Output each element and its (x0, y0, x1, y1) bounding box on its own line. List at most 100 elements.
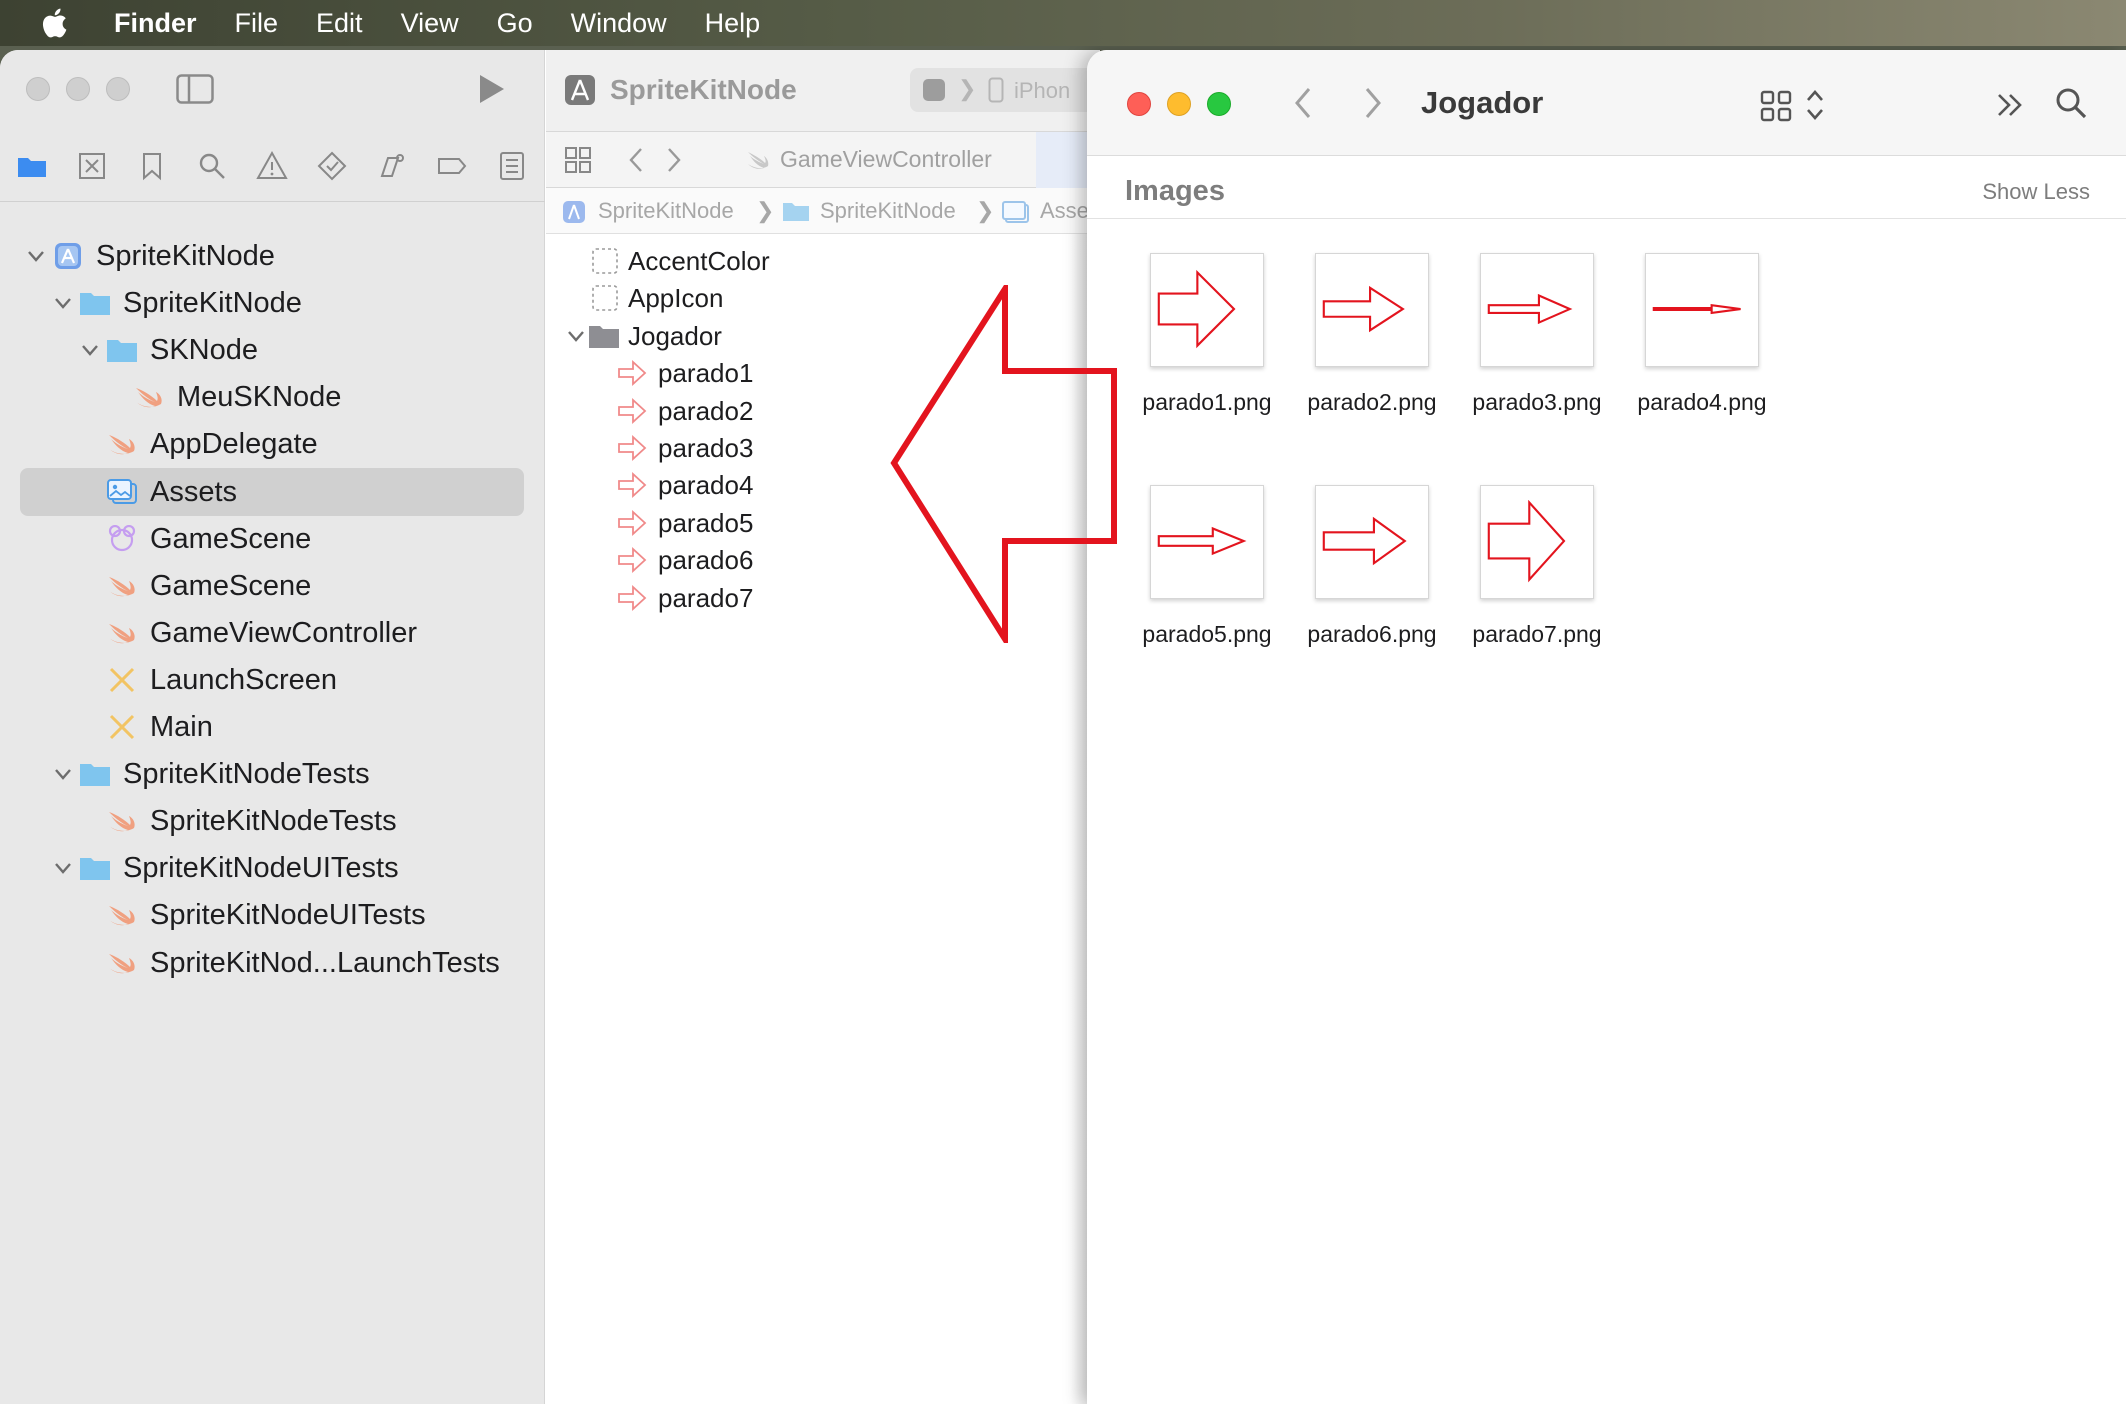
navigator-item[interactable]: SpriteKitNode (0, 279, 545, 327)
menu-file[interactable]: File (235, 8, 279, 39)
more-chevron-icon[interactable] (1995, 90, 2025, 120)
tab-gameviewcontroller[interactable]: GameViewController (780, 146, 992, 173)
tab-bar: GameViewController (546, 132, 1100, 188)
source-control-navigator-icon[interactable] (76, 150, 108, 182)
search-icon[interactable] (2054, 86, 2088, 120)
file-item[interactable]: parado6.png (1282, 485, 1462, 685)
folder-icon (107, 340, 137, 363)
color-set-icon (592, 248, 618, 274)
navigator-item[interactable]: SKNode (0, 326, 545, 374)
folder-navigator-icon[interactable] (16, 150, 48, 182)
chevron-down-icon[interactable] (53, 764, 73, 784)
file-name: parado4.png (1637, 389, 1767, 415)
asset-item-label: parado3 (658, 433, 754, 463)
file-thumbnail (1645, 253, 1759, 367)
project-title[interactable]: SpriteKitNode (610, 74, 797, 106)
file-item[interactable]: parado7.png (1447, 485, 1627, 685)
file-thumbnail (1315, 485, 1429, 599)
navigator-item[interactable]: SpriteKitNodeUITests (0, 844, 545, 892)
chevron-down-icon[interactable] (566, 326, 586, 346)
navigator-item[interactable]: LaunchScreen (0, 656, 545, 704)
asset-item-label: AccentColor (628, 246, 770, 276)
jump-bar-assets[interactable]: Asse (1040, 198, 1089, 224)
jump-bar-folder[interactable]: SpriteKitNode (820, 198, 956, 224)
navigator-item[interactable]: GameScene (0, 562, 545, 610)
navigator-item[interactable]: AppDelegate (0, 420, 545, 468)
file-thumbnail (1480, 485, 1594, 599)
jump-bar-project[interactable]: SpriteKitNode (598, 198, 734, 224)
navigator-item-label: MeuSKNode (177, 381, 342, 414)
forward-icon[interactable] (1362, 86, 1384, 120)
chevron-updown-icon[interactable] (1805, 88, 1825, 122)
grid-icon[interactable] (564, 146, 592, 174)
navigator-item-label: SpriteKitNode (123, 287, 302, 320)
appicon-set-icon (592, 285, 618, 312)
navigator-item[interactable]: SpriteKitNode (0, 232, 545, 280)
chevron-down-icon[interactable] (26, 246, 46, 266)
swift-icon (136, 388, 162, 408)
navigator-item[interactable]: GameViewController (0, 609, 545, 657)
scheme-selector[interactable]: ❯ iPhon (910, 68, 1100, 112)
menu-view[interactable]: View (401, 8, 459, 39)
red-arrow-icon (1652, 303, 1741, 315)
icon-view-icon[interactable] (1760, 90, 1792, 122)
chevron-down-icon[interactable] (53, 858, 73, 878)
show-less-button[interactable]: Show Less (1982, 179, 2090, 205)
run-icon[interactable] (478, 74, 506, 104)
red-arrow-icon (1487, 500, 1566, 583)
close-button[interactable] (26, 77, 50, 101)
arrow-image-icon (618, 472, 647, 499)
destination-device: iPhon (1014, 78, 1071, 103)
zoom-button[interactable] (106, 77, 130, 101)
menu-window[interactable]: Window (571, 8, 667, 39)
menu-help[interactable]: Help (705, 8, 761, 39)
forward-icon[interactable] (664, 146, 684, 174)
asset-item[interactable]: AccentColor (546, 242, 1100, 280)
project-navigator: SpriteKitNode SpriteKitNode SKNode MeuSKNod… (0, 50, 545, 1404)
navigator-item[interactable]: MeuSKNode (0, 373, 545, 421)
file-name: parado3.png (1472, 389, 1602, 415)
file-item[interactable]: parado1.png (1117, 253, 1297, 453)
search-navigator-icon[interactable] (196, 150, 228, 182)
navigator-item[interactable]: Main (0, 703, 545, 751)
chevron-down-icon[interactable] (80, 340, 100, 360)
navigator-item[interactable]: Assets (20, 467, 524, 516)
test-navigator-icon[interactable] (316, 150, 348, 182)
debug-navigator-icon[interactable] (376, 150, 408, 182)
chevron-down-icon[interactable] (53, 293, 73, 313)
report-navigator-icon[interactable] (496, 150, 528, 182)
storyboard-icon (109, 714, 135, 740)
red-arrow-icon (1487, 293, 1573, 325)
minimize-button[interactable] (1167, 92, 1191, 116)
folder-icon (783, 203, 809, 221)
xcode-window: SpriteKitNode SpriteKitNode SKNode MeuSKNod… (0, 50, 1100, 1404)
file-item[interactable]: parado2.png (1282, 253, 1462, 453)
breakpoint-navigator-icon[interactable] (436, 150, 468, 182)
navigator-item[interactable]: SpriteKitNodeTests (0, 797, 545, 845)
navigator-item[interactable]: GameScene (0, 515, 545, 563)
menu-finder[interactable]: Finder (114, 8, 197, 39)
swift-icon (109, 812, 135, 832)
bookmark-navigator-icon[interactable] (136, 150, 168, 182)
arrow-image-icon (618, 509, 647, 536)
navigator-item-label: GameViewController (150, 616, 418, 649)
navigator-item[interactable]: SpriteKitNodeUITests (0, 891, 545, 939)
menu-go[interactable]: Go (497, 8, 533, 39)
navigator-item[interactable]: SpriteKitNod...LaunchTests (0, 939, 545, 987)
menu-edit[interactable]: Edit (316, 8, 363, 39)
navigator-item[interactable]: SpriteKitNodeTests (0, 750, 545, 798)
file-item[interactable]: parado4.png (1612, 253, 1792, 453)
close-button[interactable] (1127, 92, 1151, 116)
sidebar-toggle-icon[interactable] (176, 74, 214, 104)
minimize-button[interactable] (66, 77, 90, 101)
back-icon[interactable] (1292, 86, 1314, 120)
swift-icon (109, 953, 135, 973)
back-icon[interactable] (626, 146, 646, 174)
zoom-button[interactable] (1207, 92, 1231, 116)
file-item[interactable]: parado3.png (1447, 253, 1627, 453)
issue-navigator-icon[interactable] (256, 150, 288, 182)
assets-icon (107, 478, 137, 504)
apple-icon[interactable] (38, 5, 74, 41)
arrow-image-icon (618, 584, 647, 611)
file-item[interactable]: parado5.png (1117, 485, 1297, 685)
